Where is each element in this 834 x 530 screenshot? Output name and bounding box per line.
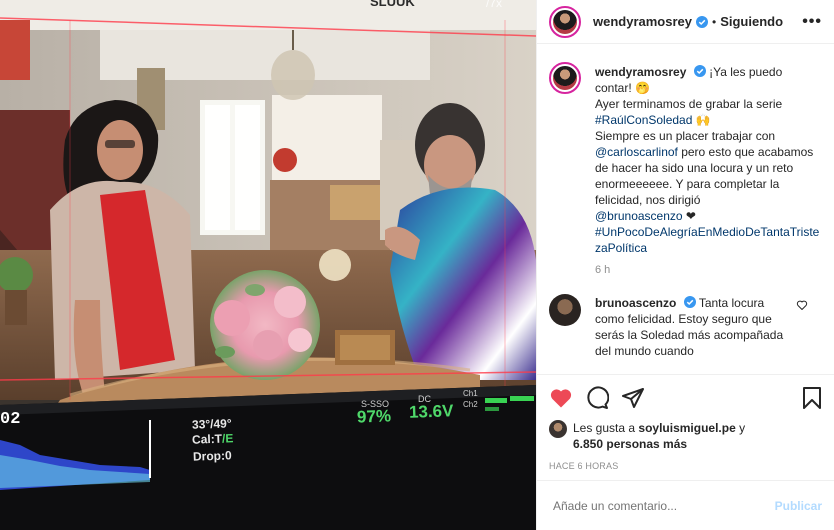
likes-prefix: Les gusta a <box>573 421 639 435</box>
following-button[interactable]: Siguiendo <box>720 14 783 29</box>
comments-section: wendyramosrey ¡Ya les puedo contar! 🤭 Ay… <box>537 44 834 374</box>
like-comment-heart-icon[interactable] <box>796 299 808 311</box>
caption-username[interactable]: wendyramosrey <box>595 65 686 79</box>
photo-scene <box>0 0 536 530</box>
comment-text: brunoascenzo Tanta locura como felicidad… <box>595 295 795 359</box>
publish-button[interactable]: Publicar <box>775 499 822 513</box>
hashtag-raulconsoledad[interactable]: #RaúlConSoledad <box>595 113 692 127</box>
comment-input[interactable] <box>553 498 753 513</box>
post-timestamp[interactable]: HACE 6 HORAS <box>537 452 834 480</box>
caption-line-4: @carloscarlinof pero esto que acabamos d… <box>595 144 821 208</box>
header-separator: • <box>712 14 717 29</box>
comment-row: brunoascenzo Tanta locura como felicidad… <box>549 294 822 359</box>
caption-mention-2-line: @brunoascenzo ❤ <box>595 208 821 224</box>
caption-text: wendyramosrey ¡Ya les puedo contar! 🤭 Ay… <box>595 64 821 256</box>
caption-verified-badge-icon <box>693 65 706 77</box>
likes-count[interactable]: 6.850 personas más <box>573 437 687 451</box>
instagram-post: SLUUK /7x 02 33°/49° Cal:T/E Drop:0 S-SS… <box>0 0 834 530</box>
likes-summary: Les gusta a soyluismiguel.pe y 6.850 per… <box>537 420 834 452</box>
likes-middle: y <box>735 421 746 435</box>
mention-brunoascenzo[interactable]: @brunoascenzo <box>595 209 683 223</box>
like-heart-icon[interactable] <box>549 386 573 410</box>
share-send-icon[interactable] <box>621 386 645 410</box>
more-options-icon[interactable]: ••• <box>802 13 822 31</box>
mention-carloscarlinof[interactable]: @carloscarlinof <box>595 145 678 159</box>
caption-time[interactable]: 6 h <box>595 264 822 276</box>
hud-ch1: Ch1 <box>463 389 478 398</box>
comment-bubble-icon[interactable] <box>585 386 609 410</box>
author-avatar-image <box>553 9 577 34</box>
hud-cal-suffix: /E <box>221 431 234 446</box>
hud-angle: 33°/49° <box>191 416 232 432</box>
author-username[interactable]: wendyramosrey <box>593 14 692 29</box>
hashtag-unpocodealegria[interactable]: #UnPocoDeAlegríaEnMedioDeTantaTristezaPo… <box>595 225 819 255</box>
action-bar <box>537 374 834 420</box>
hud-cal-label: Cal:T <box>191 431 223 447</box>
hud-topright-label: /7x <box>486 0 503 10</box>
liker-avatar[interactable] <box>549 420 567 438</box>
hud-s-sso-value: 97% <box>356 406 392 427</box>
commenter-avatar[interactable] <box>549 294 581 326</box>
caption-line-3: Siempre es un placer trabajar con <box>595 129 776 143</box>
hud-frame-number: 02 <box>0 410 21 429</box>
caption-hashtag-1-line: #RaúlConSoledad 🙌 <box>595 112 821 128</box>
post-photo[interactable]: SLUUK /7x 02 33°/49° Cal:T/E Drop:0 S-SS… <box>0 0 536 530</box>
hashtag-1-emoji: 🙌 <box>692 113 711 127</box>
author-avatar[interactable] <box>549 5 581 38</box>
hud-drop: Drop:0 <box>192 448 232 464</box>
caption-avatar-image <box>553 66 577 90</box>
liker-username[interactable]: soyluismiguel.pe <box>638 421 735 435</box>
hud-dc-value: 13.6V <box>408 401 454 422</box>
commenter-verified-badge-icon <box>683 296 696 308</box>
bookmark-save-icon[interactable] <box>800 386 824 410</box>
hud-cal: Cal:T/E <box>192 431 234 446</box>
verified-badge-icon <box>696 15 708 28</box>
add-comment-bar: Publicar <box>537 480 834 530</box>
commenter-username[interactable]: brunoascenzo <box>595 296 676 310</box>
caption-row: wendyramosrey ¡Ya les puedo contar! 🤭 Ay… <box>549 62 822 256</box>
hud-top-label: SLUUK <box>370 0 415 9</box>
mention-2-emoji: ❤ <box>682 209 696 223</box>
post-header: wendyramosrey • Siguiendo ••• <box>537 0 834 44</box>
caption-line-2: Ayer terminamos de grabar la serie <box>595 97 783 111</box>
caption-hashtag-2-line: #UnPocoDeAlegríaEnMedioDeTantaTristezaPo… <box>595 224 821 256</box>
hud-ch2: Ch2 <box>463 400 478 409</box>
caption-avatar[interactable] <box>549 62 581 94</box>
likes-text: Les gusta a soyluismiguel.pe y 6.850 per… <box>573 420 745 452</box>
post-side-panel: wendyramosrey • Siguiendo ••• wendyramos… <box>536 0 834 530</box>
